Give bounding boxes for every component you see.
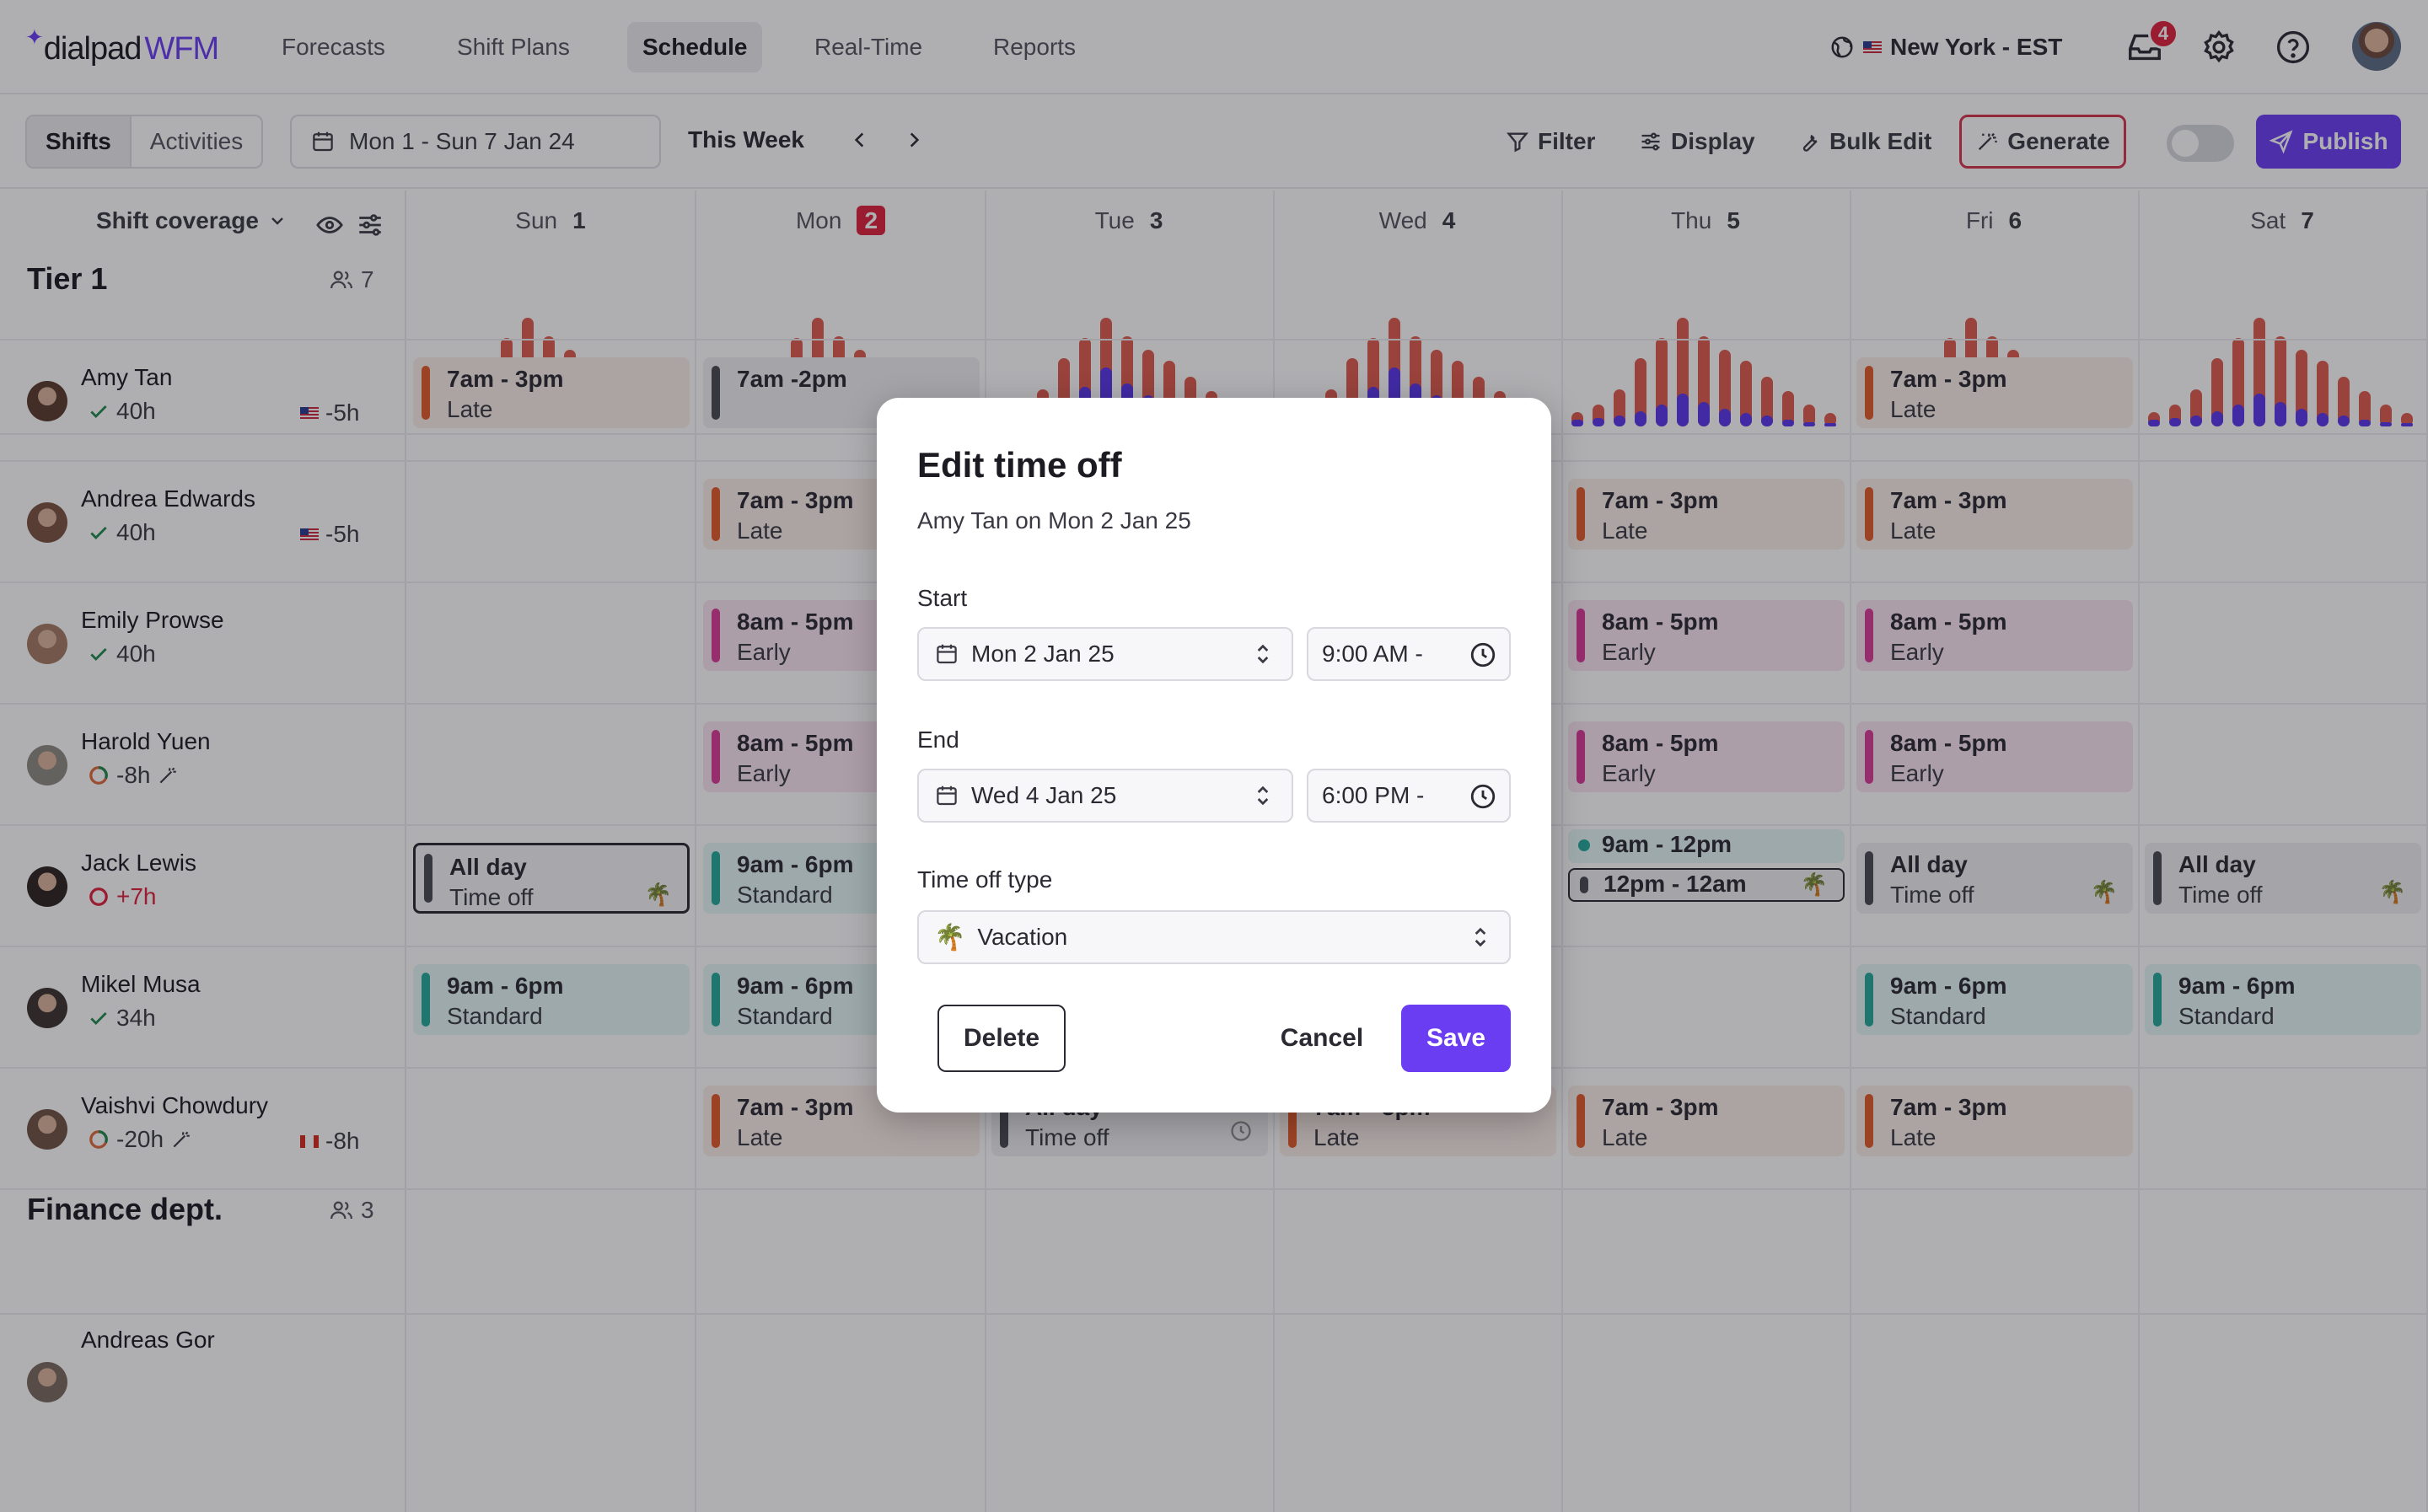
clock-icon [1470, 784, 1496, 809]
start-label: Start [917, 585, 968, 611]
palm-tree-icon: 🌴 [934, 923, 966, 952]
start-date-value: Mon 2 Jan 25 [971, 641, 1115, 667]
start-time-value: 9:00 AM - [1322, 641, 1423, 667]
end-label: End [917, 727, 959, 753]
start-date-select[interactable]: Mon 2 Jan 25 [917, 627, 1293, 681]
calendar-icon [937, 644, 957, 664]
end-date-value: Wed 4 Jan 25 [971, 782, 1117, 808]
calendar-icon [937, 785, 957, 806]
clock-icon [1470, 642, 1496, 668]
end-time-field[interactable]: 6:00 PM - [1307, 769, 1511, 823]
delete-button[interactable]: Delete [937, 1005, 1066, 1072]
time-off-type-label: Time off type [917, 866, 1053, 893]
cancel-button[interactable]: Cancel [1254, 1005, 1389, 1072]
save-button[interactable]: Save [1401, 1005, 1511, 1072]
edit-time-off-dialog: Edit time off Amy Tan on Mon 2 Jan 25 St… [877, 398, 1551, 1113]
updown-chevron-icon [1475, 927, 1486, 947]
updown-chevron-icon [1257, 785, 1269, 806]
dialog-subtitle: Amy Tan on Mon 2 Jan 25 [917, 507, 1191, 533]
time-off-type-value: Vacation [977, 924, 1068, 950]
dialog-title: Edit time off [917, 445, 1122, 485]
time-off-type-select[interactable]: 🌴 Vacation [917, 910, 1511, 964]
updown-chevron-icon [1257, 644, 1269, 664]
start-time-field[interactable]: 9:00 AM - [1307, 627, 1511, 681]
app-window: ✦ dialpad WFM Forecasts Shift Plans Sche… [0, 0, 2428, 1512]
end-date-select[interactable]: Wed 4 Jan 25 [917, 769, 1293, 823]
end-time-value: 6:00 PM - [1322, 782, 1425, 808]
